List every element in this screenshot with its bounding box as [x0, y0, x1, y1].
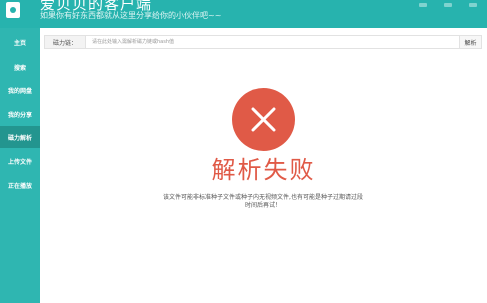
app-header: 爱贝贝的客户端 如果你有好东西都就从这里分享给你的小伙伴吧~~ [0, 0, 487, 28]
magnet-search-bar: 磁力链： 解析 [44, 35, 482, 49]
magnet-label: 磁力链： [45, 36, 86, 48]
window-controls[interactable] [419, 3, 477, 9]
error-message: 该文件可能非标准种子文件或种子内无视频文件,也有可能是种子过期请过段时间后再试！ [163, 194, 363, 209]
sidebar-item-my-share[interactable]: 我的分享 [0, 103, 40, 125]
error-x-icon [232, 88, 295, 151]
maximize-icon[interactable] [444, 3, 452, 7]
sidebar-item-now-playing[interactable]: 正在播放 [0, 174, 40, 196]
main-content: 磁力链： 解析 解析失败 该文件可能非标准种子文件或种子内无视频文件,也有可能是… [40, 28, 487, 303]
close-icon[interactable] [469, 3, 477, 7]
minimize-icon[interactable] [419, 3, 427, 7]
sidebar: 主页 搜索 我的网盘 我的分享 磁力解析 上传文件 正在播放 [0, 28, 40, 303]
sidebar-item-upload[interactable]: 上传文件 [0, 150, 40, 172]
sidebar-item-my-disk[interactable]: 我的网盘 [0, 79, 40, 101]
sidebar-item-magnet-parse[interactable]: 磁力解析 [0, 126, 40, 148]
app-logo-icon [6, 2, 20, 18]
app-subtitle: 如果你有好东西都就从这里分享给你的小伙伴吧~~ [40, 11, 222, 20]
magnet-input[interactable] [86, 36, 460, 48]
error-title: 解析失败 [211, 156, 316, 184]
sidebar-item-home[interactable]: 主页 [0, 31, 40, 53]
parse-button[interactable]: 解析 [459, 36, 481, 48]
sidebar-item-search[interactable]: 搜索 [0, 56, 40, 78]
